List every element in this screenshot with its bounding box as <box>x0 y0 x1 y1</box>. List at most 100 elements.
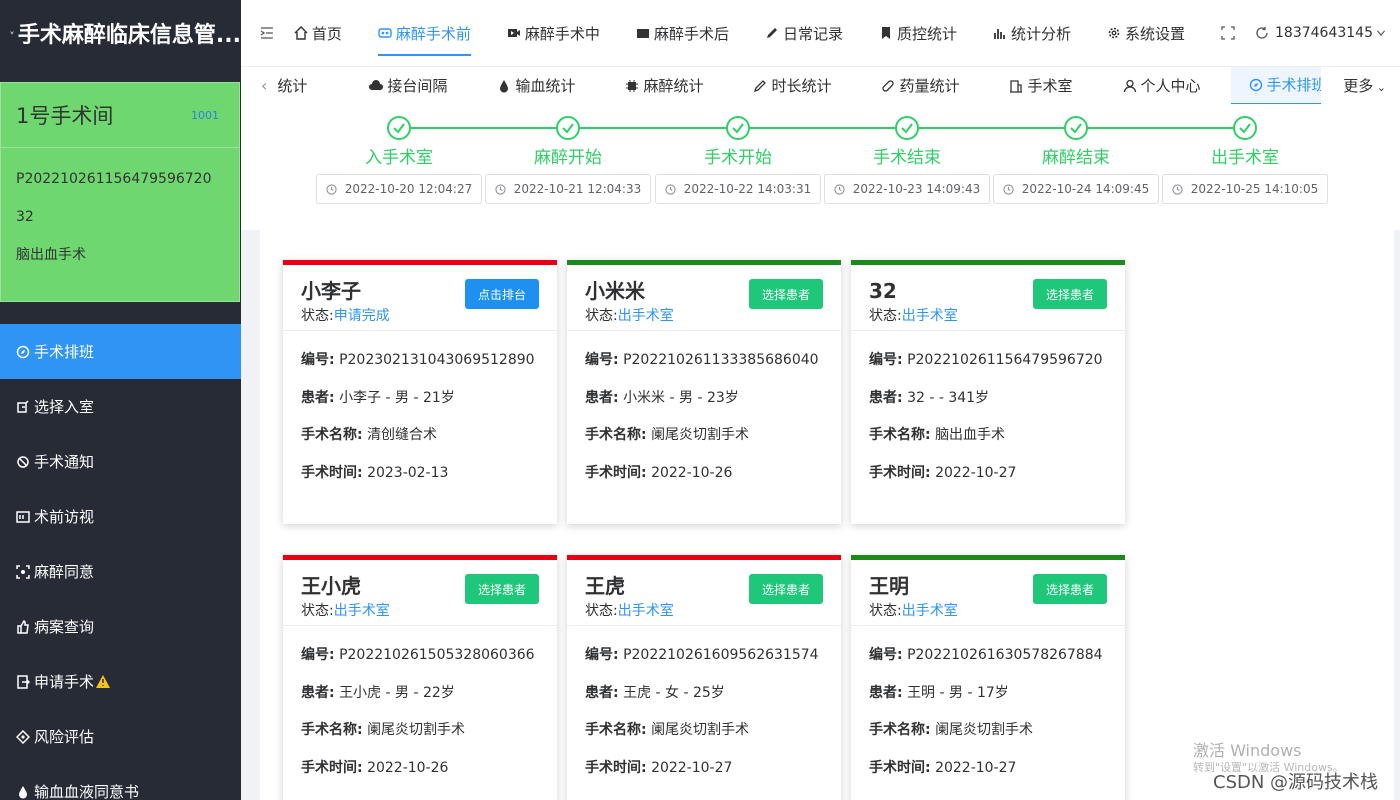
more-tabs-button[interactable]: 更多 ⌄ <box>1343 75 1400 96</box>
card-action-button[interactable]: 选择患者 <box>465 574 539 604</box>
schedule-content: 小李子 状态:申请完成 点击排台 编号: P20230213104306951289​… <box>260 230 1394 800</box>
progress-step: 出手术室 2022-10-25 14:10:05 <box>1160 116 1330 204</box>
drop-icon <box>19 785 27 798</box>
nav-quality[interactable]: 质控统计 <box>879 0 975 66</box>
bell-off-icon <box>17 455 29 468</box>
nav-label: 麻醉手术前 <box>395 24 471 43</box>
card-row-time: 手术时间: 2022-10-27 <box>585 757 823 795</box>
sidebar-item-schedule[interactable]: 手术排班 <box>0 324 241 379</box>
bookmark-icon <box>881 27 890 39</box>
tab-dosage[interactable]: 药量统计 <box>881 67 959 105</box>
card-row-time: 手术时间: 2022-10-26 <box>301 757 539 795</box>
patient-card[interactable]: 32 状态:出手术室 选择患者 编号: P202210261156479596720 患… <box>851 260 1125 524</box>
nav-analysis[interactable]: 统计分析 <box>993 0 1089 66</box>
refresh-icon[interactable] <box>1255 26 1269 40</box>
sidebar-item-notice[interactable]: 手术通知 <box>0 434 241 489</box>
tab-transfusion[interactable]: 输血统计 <box>497 67 575 105</box>
sidebar-item-records[interactable]: 病案查询 <box>0 599 241 654</box>
card-action-button[interactable]: 选择患者 <box>749 574 823 604</box>
thumb-icon <box>17 619 29 634</box>
card-row-operation: 手术名称: 阑尾炎切割手术 <box>869 719 1107 757</box>
nav-label: 质控统计 <box>896 24 957 43</box>
clock-icon <box>1172 183 1183 195</box>
nav-post-op[interactable]: 麻醉手术后 <box>636 0 747 66</box>
collapse-menu-icon[interactable] <box>260 26 274 40</box>
row-value: 2023-02-13 <box>367 464 449 481</box>
tab-schedule[interactable]: 手术排班 × <box>1230 66 1321 105</box>
tab-label: 时长统计 <box>771 77 832 95</box>
chip-icon <box>626 79 639 92</box>
step-time: 2022-10-25 14:10:05 <box>1190 182 1319 196</box>
user-name[interactable]: 18374643145 <box>1275 25 1373 41</box>
tab-profile[interactable]: 个人中心 <box>1123 67 1201 105</box>
nav-daily-record[interactable]: 日常记录 <box>765 0 861 66</box>
tab-bar: ‹ 统计 接台间隔 输血统计 麻醉统计 时长统计 药量统计 手术室 个人中心 手… <box>241 66 1400 105</box>
patient-card[interactable]: 王小虎 状态:出手术室 选择患者 编号: P202210261505328060366… <box>283 555 557 800</box>
patient-card[interactable]: 小米米 状态:出手术室 选择患者 编号: P202210261133385686040… <box>567 260 841 524</box>
tabs-scroll-left-icon[interactable]: ‹ <box>241 76 277 95</box>
row-label: 手术时间: <box>301 464 363 481</box>
card-action-button[interactable]: 点击排台 <box>465 279 539 309</box>
fullscreen-icon[interactable] <box>1221 26 1235 40</box>
step-time-field[interactable]: 2022-10-24 14:09:45 <box>993 174 1159 204</box>
room-operation: 脑出血手术 <box>16 247 86 263</box>
logo-icon <box>10 31 14 35</box>
card-row-id: 编号: P202210261156479596720 <box>869 349 1107 387</box>
card-action-button[interactable]: 选择患者 <box>1033 574 1107 604</box>
camera-icon <box>636 29 649 38</box>
nav-pre-op[interactable]: 麻醉手术前 <box>377 0 489 66</box>
card-row-patient: 患者: 32 - - 341岁 <box>869 387 1107 425</box>
row-value: 2022-10-27 <box>935 759 1017 776</box>
check-icon <box>726 116 750 140</box>
card-row-patient: 患者: 小李子 - 男 - 21岁 <box>301 387 539 425</box>
nav-intra-op[interactable]: 麻醉手术中 <box>507 0 618 66</box>
progress-step: 麻醉结束 2022-10-24 14:09:45 <box>991 116 1161 204</box>
status-label: 状态: <box>301 603 334 619</box>
nav-settings[interactable]: 系统设置 <box>1107 0 1203 66</box>
sidebar-item-label: 风险评估 <box>34 728 95 746</box>
sidebar-item-select-room[interactable]: 选择入室 <box>0 379 241 434</box>
tab-interval[interactable]: 接台间隔 <box>369 67 447 105</box>
tab-duration[interactable]: 时长统计 <box>753 67 831 105</box>
tab-operating-room[interactable]: 手术室 <box>1009 67 1073 105</box>
step-time-field[interactable]: 2022-10-22 14:03:31 <box>655 174 821 204</box>
card-row-operation: 手术名称: 阑尾炎切割手术 <box>585 424 823 462</box>
row-value: 2022-10-27 <box>935 464 1017 481</box>
sidebar-item-risk[interactable]: 风险评估 <box>0 709 241 764</box>
card-row-id: 编号: P202210261630578267884 <box>869 644 1107 682</box>
sidebar-item-transfusion[interactable]: 输血血液同意书 <box>0 764 241 800</box>
sidebar-item-label: 申请手术 <box>34 673 95 691</box>
step-time-field[interactable]: 2022-10-21 12:04:33 <box>485 174 651 204</box>
tab-anesthesia-stats[interactable]: 麻醉统计 <box>625 67 703 105</box>
card-action-button[interactable]: 选择患者 <box>1033 279 1107 309</box>
patient-card[interactable]: 王虎 状态:出手术室 选择患者 编号: P202210261609562631574 患… <box>567 555 841 800</box>
card-row-patient: 患者: 小米米 - 男 - 23岁 <box>585 387 823 425</box>
row-value: 2022-10-26 <box>367 759 449 776</box>
step-time-field[interactable]: 2022-10-25 14:10:05 <box>1162 174 1328 204</box>
room-card[interactable]: 1号手术间 1001 P202210261156479596720 32 脑出血… <box>0 82 240 302</box>
room-patient-id: P202210261156479596720 <box>16 171 212 187</box>
row-value: 2022-10-26 <box>651 464 733 481</box>
tab-stats-partial[interactable]: 统计 <box>277 67 339 105</box>
sidebar-item-consent[interactable]: 麻醉同意 <box>0 544 241 599</box>
app-logo[interactable]: 手术麻醉临床信息管... <box>0 0 241 66</box>
row-value: 脑出血手术 <box>935 427 1006 443</box>
step-time-field[interactable]: 2022-10-23 14:09:43 <box>824 174 990 204</box>
status-value: 申请完成 <box>333 308 390 324</box>
step-time-field[interactable]: 2022-10-20 12:04:27 <box>316 174 482 204</box>
progress-step: 入手术室 2022-10-20 12:04:27 <box>314 116 484 204</box>
patient-card[interactable]: 王明 状态:出手术室 选择患者 编号: P202210261630578267884 患… <box>851 555 1125 800</box>
row-value: 清创缝合术 <box>367 427 438 443</box>
tab-label: 药量统计 <box>899 77 960 95</box>
nav-home[interactable]: 首页 <box>294 0 360 66</box>
card-action-button[interactable]: 选择患者 <box>749 279 823 309</box>
chevron-down-icon[interactable] <box>1376 28 1386 38</box>
sidebar-item-preop-visit[interactable]: 术前访视 <box>0 489 241 544</box>
check-icon <box>1064 116 1088 140</box>
nav-label: 首页 <box>311 24 342 43</box>
nav-label: 系统设置 <box>1125 24 1186 43</box>
compass-icon <box>16 345 30 358</box>
patient-card[interactable]: 小李子 状态:申请完成 点击排台 编号: P20230213104306951289​… <box>283 260 557 524</box>
step-time: 2022-10-23 14:09:43 <box>852 182 981 196</box>
sidebar-item-apply[interactable]: 申请手术 <box>0 654 241 709</box>
